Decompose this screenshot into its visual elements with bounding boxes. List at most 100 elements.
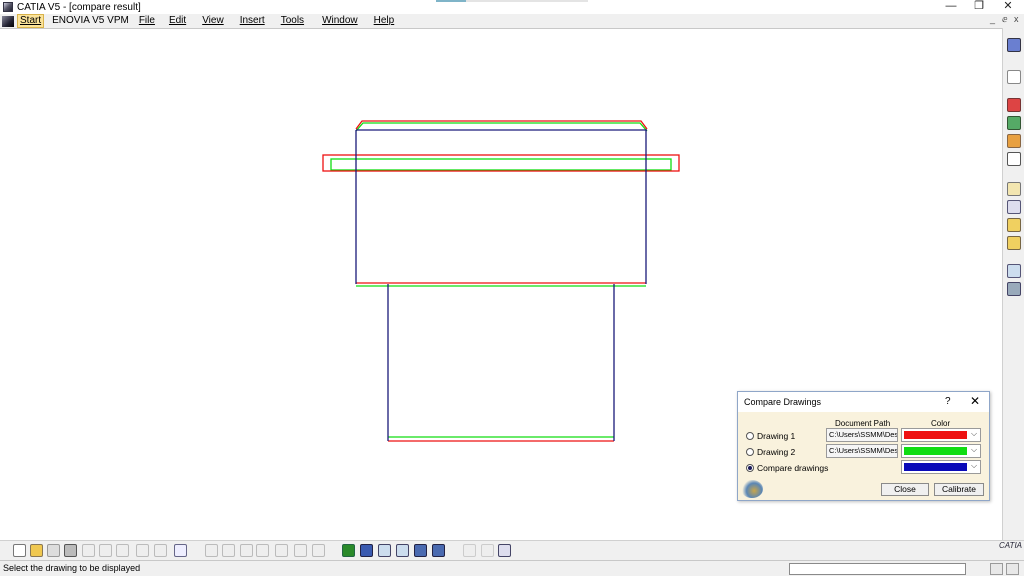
window-title: CATIA V5 - [compare result]	[17, 1, 141, 13]
title-accent-light	[466, 0, 588, 2]
menu-file[interactable]: File	[137, 15, 157, 27]
table-params-icon[interactable]	[256, 544, 269, 557]
compare-drawings-dialog: Compare Drawings ? ✕ Document Path Color…	[737, 391, 990, 501]
design-table-icon[interactable]	[275, 544, 288, 557]
drawing-1-path-field[interactable]: C:\Users\SSMM\Des	[826, 428, 898, 442]
catalog-icon[interactable]	[312, 544, 325, 557]
menu-help[interactable]: Help	[372, 15, 397, 27]
column-document-path: Document Path	[835, 419, 891, 428]
drawing-1-radio[interactable]	[746, 432, 754, 440]
drawing-2-path-field[interactable]: C:\Users\SSMM\Des	[826, 444, 898, 458]
dialog-title: Compare Drawings	[744, 397, 822, 407]
dialog-help-button[interactable]: ?	[945, 396, 951, 407]
minimize-button[interactable]: —	[937, 0, 965, 14]
compare-color-select[interactable]: ⌵	[901, 460, 981, 474]
close-dialog-button[interactable]: Close	[881, 483, 929, 496]
drawing-2-radio[interactable]	[746, 448, 754, 456]
status-button-1[interactable]	[990, 563, 1003, 575]
menu-window[interactable]: Window	[320, 15, 360, 27]
chevron-down-icon: ⌵	[971, 445, 978, 454]
select-arrow-icon[interactable]	[1007, 70, 1021, 84]
menu-enovia[interactable]: ENOVIA V5 VPM	[50, 15, 131, 27]
catia-compass-icon	[741, 480, 763, 498]
sheet-icon[interactable]	[1007, 152, 1021, 166]
hide-show-icon[interactable]	[432, 544, 445, 557]
menu-insert[interactable]: Insert	[238, 15, 267, 27]
drawing-1-color-swatch	[904, 431, 967, 439]
title-bar: CATIA V5 - [compare result]	[0, 0, 1024, 14]
status-message: Select the drawing to be displayed	[3, 563, 141, 573]
calibrate-button[interactable]: Calibrate	[934, 483, 984, 496]
zoom-in-icon[interactable]	[378, 544, 391, 557]
transform-icon[interactable]	[1007, 264, 1021, 278]
annotation-2-icon[interactable]	[1007, 236, 1021, 250]
drawing-2-geometry	[330, 122, 672, 438]
save-icon[interactable]	[47, 544, 60, 557]
dimension-2d-icon[interactable]	[1007, 182, 1021, 196]
chevron-down-icon: ⌵	[971, 429, 978, 438]
doc-minimize-button[interactable]: _	[990, 14, 995, 24]
restore-button[interactable]: ❐	[965, 0, 993, 14]
paint-icon[interactable]	[1007, 134, 1021, 148]
close-button[interactable]: ✕	[994, 0, 1022, 14]
catia-menu-icon[interactable]	[2, 15, 14, 27]
doc-restore-button[interactable]: ⅇ	[1002, 14, 1008, 25]
drawing-2-color-select[interactable]: ⌵	[901, 444, 981, 458]
compare-drawings-label: Compare drawings	[757, 463, 829, 473]
bottom-toolbar	[0, 540, 1024, 560]
status-button-2[interactable]	[1006, 563, 1019, 575]
first-sheet-icon[interactable]	[463, 544, 476, 557]
menu-view[interactable]: View	[200, 15, 226, 27]
parameter-icon[interactable]	[240, 544, 253, 557]
compare-drawings-radio[interactable]	[746, 464, 754, 472]
catia-logo: CATIA	[999, 541, 1022, 550]
drawing-2-flange	[330, 158, 672, 171]
menu-start[interactable]: Start	[17, 14, 45, 28]
redo-icon[interactable]	[154, 544, 167, 557]
fit-all-icon[interactable]	[342, 544, 355, 557]
drawing-1-top-chamfer	[355, 120, 648, 130]
right-toolbar	[1002, 28, 1024, 540]
compare-color-swatch	[904, 463, 967, 471]
drawing-compare-icon[interactable]	[1007, 98, 1021, 112]
column-color: Color	[931, 419, 951, 428]
formula-icon[interactable]	[205, 544, 218, 557]
annotation-icon[interactable]	[1007, 218, 1021, 232]
doc-close-button[interactable]: x	[1014, 14, 1019, 24]
search-icon[interactable]	[498, 544, 511, 557]
print-icon[interactable]	[64, 544, 77, 557]
drawing-1-color-select[interactable]: ⌵	[901, 428, 981, 442]
table-icon[interactable]	[1007, 200, 1021, 214]
whats-this-icon[interactable]	[174, 544, 187, 557]
generation-icon[interactable]	[1007, 116, 1021, 130]
dialog-title-bar: Compare Drawings ? ✕	[738, 392, 989, 412]
knowledge-icon[interactable]	[222, 544, 235, 557]
copy-icon[interactable]	[99, 544, 112, 557]
undo-icon[interactable]	[136, 544, 149, 557]
drawing-2-label: Drawing 2	[757, 447, 796, 457]
new-file-icon[interactable]	[13, 544, 26, 557]
title-accent	[436, 0, 466, 2]
law-icon[interactable]	[294, 544, 307, 557]
drawing-1-flange	[322, 154, 680, 172]
workbench-icon[interactable]	[1007, 38, 1021, 52]
menu-edit[interactable]: Edit	[167, 15, 188, 27]
analysis-icon[interactable]	[1007, 282, 1021, 296]
dialog-close-icon[interactable]: ✕	[970, 394, 980, 408]
normal-view-icon[interactable]	[414, 544, 427, 557]
drawing-1-geometry	[322, 120, 680, 442]
chevron-down-icon: ⌵	[971, 461, 978, 470]
menu-bar: Start ENOVIA V5 VPM File Edit View Inser…	[0, 14, 1024, 28]
status-bar: Select the drawing to be displayed	[0, 560, 1024, 576]
paste-icon[interactable]	[116, 544, 129, 557]
drawing-2-color-swatch	[904, 447, 967, 455]
last-sheet-icon[interactable]	[481, 544, 494, 557]
zoom-out-icon[interactable]	[396, 544, 409, 557]
command-input[interactable]	[789, 563, 966, 575]
cut-icon[interactable]	[82, 544, 95, 557]
pan-icon[interactable]	[360, 544, 373, 557]
catia-app-icon	[3, 2, 13, 12]
menu-tools[interactable]: Tools	[279, 15, 306, 27]
open-folder-icon[interactable]	[30, 544, 43, 557]
drawing-1-label: Drawing 1	[757, 431, 796, 441]
